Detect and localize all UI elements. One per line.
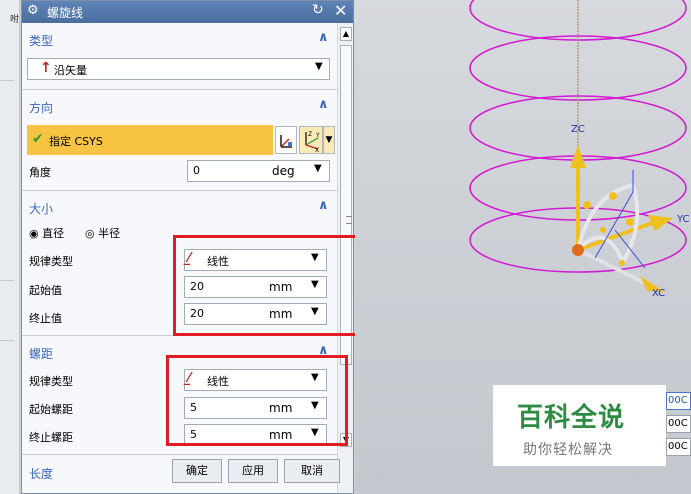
section-divider bbox=[22, 454, 337, 455]
watermark-subtitle: 助你轻松解决 bbox=[523, 442, 613, 458]
radio-radius[interactable]: ◎ 半径 bbox=[85, 225, 120, 241]
background-window-text: 咐 bbox=[10, 15, 20, 25]
angle-value: 0 bbox=[193, 164, 200, 177]
axis-label-xc: XC bbox=[652, 288, 665, 299]
watermark-logo: 百科全说 助你轻松解决 bbox=[493, 385, 666, 466]
chevron-down-icon: ▼ bbox=[314, 163, 322, 174]
angle-field[interactable]: 0 deg ▼ bbox=[187, 160, 330, 182]
section-length-label: 长度 bbox=[29, 467, 54, 481]
coordinate-field-y[interactable]: 00C bbox=[666, 415, 691, 433]
vector-arrow-icon: ↑ bbox=[40, 60, 52, 76]
section-size-label: 大小 bbox=[29, 202, 54, 216]
angle-unit: deg bbox=[272, 164, 295, 178]
csys-dialog-icon bbox=[280, 135, 292, 148]
csys-handle[interactable] bbox=[583, 201, 591, 209]
highlight-pitch-box bbox=[166, 355, 348, 446]
csys-dialog-button[interactable] bbox=[275, 126, 297, 154]
chevron-down-icon: ▼ bbox=[315, 61, 323, 72]
size-start-label: 起始值 bbox=[29, 284, 62, 297]
chevron-up-icon[interactable]: ∧ bbox=[318, 30, 329, 45]
watermark-title: 百科全说 bbox=[517, 403, 626, 433]
pitch-end-label: 终止螺距 bbox=[29, 431, 73, 444]
highlight-size-box bbox=[173, 235, 367, 336]
angle-label: 角度 bbox=[29, 166, 51, 179]
cancel-button[interactable]: 取消 bbox=[284, 459, 340, 483]
csys-dropdown-button[interactable]: ▼ bbox=[323, 126, 335, 154]
divider bbox=[0, 340, 14, 341]
type-select[interactable]: ↑ 沿矢量 ▼ bbox=[27, 58, 330, 80]
section-pitch-label: 螺距 bbox=[29, 347, 54, 361]
pitch-start-label: 起始螺距 bbox=[29, 403, 73, 416]
radio-diameter-label: 直径 bbox=[42, 227, 65, 240]
section-size-header[interactable]: 大小 ∧ bbox=[22, 196, 337, 218]
axis-label-yc: YC bbox=[676, 214, 690, 225]
section-type-header[interactable]: 类型 ∧ bbox=[22, 28, 337, 50]
chevron-up-icon[interactable]: ∧ bbox=[318, 97, 329, 112]
check-icon: ✔ bbox=[32, 131, 44, 147]
close-icon[interactable]: ✕ bbox=[334, 1, 347, 20]
apply-button[interactable]: 应用 bbox=[228, 459, 278, 483]
coordinate-field-z[interactable]: 00C bbox=[666, 438, 691, 456]
dialog-title: 螺旋线 bbox=[47, 6, 84, 20]
specify-csys-row[interactable]: ✔ 指定 CSYS bbox=[27, 125, 273, 155]
csys-handle[interactable] bbox=[626, 218, 634, 226]
svg-text:Z: Z bbox=[308, 131, 312, 138]
radio-diameter[interactable]: ◉ 直径 bbox=[29, 225, 64, 241]
axis-label-zc: ZC bbox=[571, 124, 585, 135]
csys-axes-icon: Z Y X bbox=[305, 131, 320, 154]
pitch-law-type-label: 规律类型 bbox=[29, 375, 73, 388]
csys-handle[interactable] bbox=[600, 227, 606, 233]
svg-text:X: X bbox=[315, 147, 319, 153]
specify-csys-label: 指定 CSYS bbox=[49, 135, 103, 148]
size-law-type-label: 规律类型 bbox=[29, 255, 73, 268]
svg-text:Y: Y bbox=[315, 132, 320, 139]
yc-axis bbox=[577, 220, 656, 252]
divider bbox=[0, 80, 14, 81]
size-end-label: 终止值 bbox=[29, 312, 62, 325]
coordinate-field-x[interactable]: 00C bbox=[666, 392, 691, 410]
section-direction-header[interactable]: 方向 ∧ bbox=[22, 95, 337, 117]
section-type-label: 类型 bbox=[29, 34, 54, 48]
section-direction-label: 方向 bbox=[29, 101, 54, 115]
type-select-value: 沿矢量 bbox=[54, 64, 87, 77]
background-window-strip: 咐 bbox=[0, 0, 20, 494]
dialog-titlebar[interactable]: ⚙ 螺旋线 ↻ ✕ bbox=[22, 1, 353, 23]
ok-button[interactable]: 确定 bbox=[172, 459, 222, 483]
section-divider bbox=[22, 190, 337, 191]
divider bbox=[0, 280, 14, 281]
section-divider bbox=[22, 89, 337, 90]
chevron-up-icon[interactable]: ∧ bbox=[318, 198, 329, 213]
scroll-up-button[interactable]: ▲ bbox=[340, 27, 352, 41]
csys-inferred-button[interactable]: Z Y X bbox=[299, 126, 323, 154]
csys-handle[interactable] bbox=[619, 260, 625, 266]
gear-icon: ⚙ bbox=[27, 3, 39, 18]
csys-origin-handle[interactable] bbox=[572, 244, 584, 256]
grip-icon bbox=[346, 216, 352, 224]
csys-handle[interactable] bbox=[609, 192, 617, 200]
reset-icon[interactable]: ↻ bbox=[312, 2, 324, 18]
radio-radius-label: 半径 bbox=[98, 227, 121, 240]
